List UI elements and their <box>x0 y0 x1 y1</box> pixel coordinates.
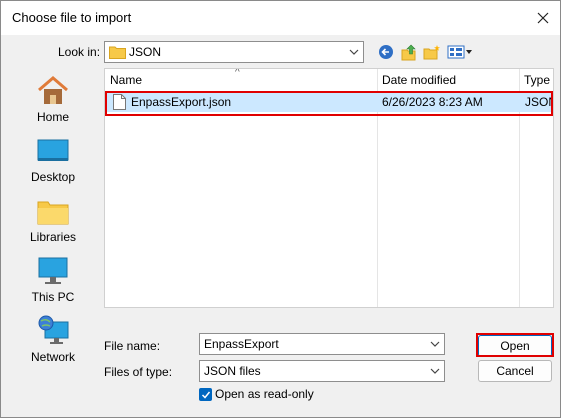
column-header-name[interactable]: Name <box>105 69 377 91</box>
view-menu-icon <box>447 45 472 59</box>
place-desktop[interactable]: Desktop <box>8 128 98 188</box>
up-folder-icon <box>401 44 416 60</box>
file-type-label: Files of type: <box>104 365 173 379</box>
libraries-icon <box>37 201 69 225</box>
file-name-input[interactable]: EnpassExport <box>199 333 445 355</box>
read-only-checkbox[interactable] <box>199 388 212 401</box>
column-header-type[interactable]: Type <box>519 69 553 91</box>
place-libraries[interactable]: Libraries <box>8 188 98 248</box>
place-label: Home <box>36 110 69 124</box>
network-icon <box>38 315 69 344</box>
open-button-highlight <box>476 333 554 357</box>
file-chooser-dialog: Choose file to import Look in: JSON Home… <box>0 0 561 418</box>
column-header-date-label: Date modified <box>382 73 457 87</box>
file-type-value: JSON files <box>204 364 261 378</box>
place-home[interactable]: Home <box>8 68 98 128</box>
place-label: This PC <box>31 290 75 304</box>
back-button[interactable] <box>376 43 396 61</box>
file-type-select[interactable]: JSON files <box>199 360 445 382</box>
place-label: Network <box>30 350 75 364</box>
new-folder-button[interactable] <box>422 43 442 61</box>
this-pc-icon <box>38 257 68 284</box>
column-header-type-label: Type <box>524 73 551 87</box>
look-in-label: Look in: <box>58 45 101 59</box>
cancel-button[interactable]: Cancel <box>478 360 552 382</box>
home-icon <box>38 76 68 104</box>
read-only-label[interactable]: Open as read-only <box>215 387 314 401</box>
back-icon <box>379 45 393 59</box>
checkmark-icon <box>201 391 210 399</box>
place-network[interactable]: Network <box>8 308 98 368</box>
chevron-down-icon <box>430 341 440 347</box>
column-header-date[interactable]: Date modified <box>377 69 519 91</box>
look-in-combo[interactable]: JSON <box>104 41 364 63</box>
close-button[interactable] <box>531 7 555 29</box>
desktop-icon <box>37 139 69 161</box>
chevron-down-icon <box>430 368 440 374</box>
column-header-name-label: Name <box>110 73 143 87</box>
folder-icon <box>109 46 126 59</box>
place-label: Libraries <box>29 230 77 244</box>
place-this-pc[interactable]: This PC <box>8 248 98 308</box>
look-in-value: JSON <box>129 45 162 59</box>
place-label: Desktop <box>30 170 76 184</box>
chevron-down-icon <box>349 49 359 55</box>
close-icon <box>537 12 549 24</box>
file-name-value: EnpassExport <box>204 337 279 351</box>
title-bar: Choose file to import <box>1 1 560 35</box>
view-menu-button[interactable] <box>447 43 473 61</box>
up-folder-button[interactable] <box>399 43 419 61</box>
file-name-label: File name: <box>104 339 161 353</box>
new-folder-icon <box>423 45 440 60</box>
places-bar: Home Desktop Libraries This PC Network <box>8 68 98 409</box>
file-row-highlight <box>105 91 553 116</box>
dialog-title: Choose file to import <box>12 10 132 25</box>
